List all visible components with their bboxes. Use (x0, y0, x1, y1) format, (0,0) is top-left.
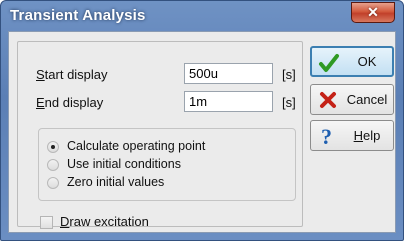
start-display-unit: [s] (282, 67, 296, 82)
dialog-title: Transient Analysis (10, 7, 146, 24)
help-button[interactable]: ? Help (310, 120, 394, 151)
radio-button[interactable] (47, 177, 59, 189)
settings-panel: Start display [s] End display [s] Calcul… (17, 41, 303, 229)
draw-excitation-label: Draw excitation (60, 214, 149, 229)
transient-analysis-dialog: Transient Analysis ✕ Start display [s] E… (0, 0, 404, 241)
radio-button[interactable] (47, 141, 59, 153)
draw-excitation-checkbox[interactable] (40, 216, 53, 229)
close-button[interactable]: ✕ (351, 2, 395, 23)
radio-button[interactable] (47, 159, 59, 171)
close-icon: ✕ (367, 4, 379, 20)
initial-conditions-group: Calculate operating point Use initial co… (38, 128, 296, 201)
x-icon (320, 92, 336, 108)
start-display-label: Start display (36, 67, 108, 82)
check-icon (319, 54, 339, 72)
end-display-label: End display (36, 95, 104, 110)
end-display-unit: [s] (282, 95, 296, 110)
end-display-input[interactable] (184, 91, 273, 112)
cancel-button[interactable]: Cancel (310, 84, 394, 115)
question-icon: ? (321, 125, 332, 147)
dialog-client-area: Start display [s] End display [s] Calcul… (8, 31, 396, 233)
start-display-input[interactable] (184, 63, 273, 84)
svg-text:?: ? (321, 125, 332, 147)
ok-button[interactable]: OK (310, 46, 394, 77)
title-bar[interactable]: Transient Analysis ✕ (1, 1, 403, 31)
